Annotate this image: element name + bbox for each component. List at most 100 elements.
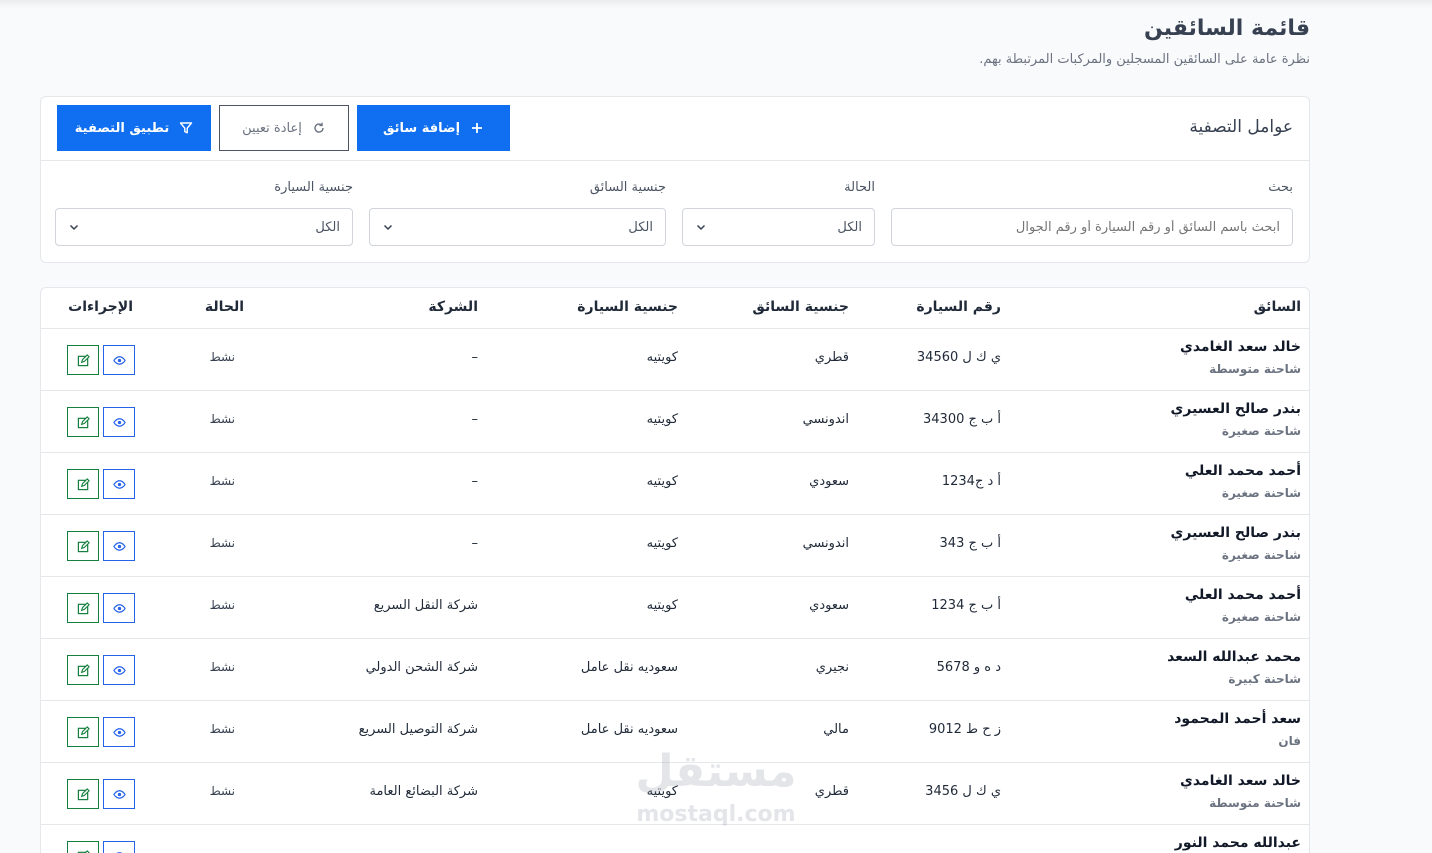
top-shadow xyxy=(0,0,1432,8)
view-button[interactable] xyxy=(103,469,135,499)
driver-nationality: سعودي xyxy=(809,474,849,489)
refresh-icon xyxy=(314,122,324,133)
view-button[interactable] xyxy=(103,593,135,623)
plate-number: ي ك ل 3456 xyxy=(925,784,1001,799)
status-text: نشط xyxy=(209,536,235,550)
vehicle-type: شاحنة صغيرة xyxy=(1221,424,1301,438)
car-nationality-label: جنسية السيارة xyxy=(274,180,353,195)
search-input[interactable] xyxy=(891,208,1293,246)
status-text: نشط xyxy=(209,350,235,364)
header-company: الشركة xyxy=(428,299,478,315)
company-name: – xyxy=(471,474,479,489)
view-button[interactable] xyxy=(103,345,135,375)
status-select[interactable]: الكل xyxy=(682,208,875,246)
driver-name: أحمد محمد العلي xyxy=(1184,587,1301,603)
car-nationality: كويتيه xyxy=(646,350,678,365)
car-nationality: كويتيه xyxy=(646,536,678,551)
edit-button[interactable] xyxy=(67,655,99,685)
plate-number: أ ب ج 1234 xyxy=(931,598,1001,613)
header-actions: الإجراءات xyxy=(68,299,133,315)
driver-name: عبدالله محمد النور xyxy=(1174,835,1301,851)
vehicle-type: شاحنة صغيرة xyxy=(1221,486,1301,500)
view-button[interactable] xyxy=(103,717,135,747)
eye-icon xyxy=(112,602,126,615)
edit-icon xyxy=(77,663,90,677)
view-button[interactable] xyxy=(103,779,135,809)
table-row: بندر صالح العسيري شاحنة صغيرة أ ب ج 343 اند… xyxy=(41,515,1309,577)
filter-card: عوامل التصفية إضافة سائق إعادة تعيين تطب… xyxy=(40,96,1310,263)
status-text: نشط xyxy=(209,598,235,612)
company-name: شركة التوصيل السريع xyxy=(358,722,478,737)
driver-nationality: اندونسي xyxy=(802,536,849,551)
driver-nationality: مالي xyxy=(823,722,849,737)
car-nationality: سعوديه نقل عامل xyxy=(580,722,678,737)
edit-button[interactable] xyxy=(67,345,99,375)
driver-nationality: نجيري xyxy=(815,660,849,675)
view-button[interactable] xyxy=(103,407,135,437)
eye-icon xyxy=(112,416,126,429)
vehicle-type: فان xyxy=(1278,734,1301,748)
chevron-down-icon xyxy=(383,224,393,231)
view-button[interactable] xyxy=(103,655,135,685)
company-name: شركة النقل السريع xyxy=(373,598,478,613)
eye-icon xyxy=(112,478,126,491)
edit-button[interactable] xyxy=(67,593,99,623)
driver-nationality-select[interactable]: الكل xyxy=(369,208,666,246)
apply-filter-label: تطبيق التصفية xyxy=(74,120,170,136)
table-row: محمد عبدالله السعد شاحنة كبيرة د ه و 5678 ن… xyxy=(41,639,1309,701)
table-row: خالد سعد الغامدي شاحنة متوسطة ي ك ل 3456 قط… xyxy=(41,763,1309,825)
driver-name: محمد عبدالله السعد xyxy=(1167,649,1301,665)
vehicle-type: شاحنة كبيرة xyxy=(1228,672,1301,686)
plate-number: د ه و 5678 xyxy=(936,660,1001,675)
table-row: خالد سعد الغامدي شاحنة متوسطة ي ك ل 34560 ق… xyxy=(41,329,1309,391)
driver-name: خالد سعد الغامدي xyxy=(1180,339,1301,355)
view-button[interactable] xyxy=(103,841,135,853)
table-header: السائق رقم السيارة جنسية السائق جنسية ال… xyxy=(41,288,1309,329)
chevron-down-icon xyxy=(696,224,706,231)
vehicle-type: شاحنة متوسطة xyxy=(1209,796,1301,810)
edit-button[interactable] xyxy=(67,779,99,809)
table-row: أحمد محمد العلي شاحنة صغيرة أ د ج1234 سعودي… xyxy=(41,453,1309,515)
reset-button[interactable]: إعادة تعيين xyxy=(219,105,349,151)
vehicle-type: شاحنة صغيرة xyxy=(1221,610,1301,624)
car-nationality: كويتيه xyxy=(646,412,678,427)
header-driver-nationality: جنسية السائق xyxy=(752,299,849,315)
edit-button[interactable] xyxy=(67,407,99,437)
filter-header: عوامل التصفية إضافة سائق إعادة تعيين تطب… xyxy=(41,97,1309,161)
edit-button[interactable] xyxy=(67,531,99,561)
reset-label: إعادة تعيين xyxy=(242,120,302,136)
apply-filter-button[interactable]: تطبيق التصفية xyxy=(57,105,211,151)
edit-button[interactable] xyxy=(67,469,99,499)
table-row: عبدالله محمد النور xyxy=(41,825,1309,853)
edit-button[interactable] xyxy=(67,717,99,747)
page-subtitle: نظرة عامة على السائقين المسجلين والمركبا… xyxy=(979,52,1310,67)
filter-title: عوامل التصفية xyxy=(1189,117,1293,137)
eye-icon xyxy=(113,850,126,853)
driver-name: بندر صالح العسيري xyxy=(1170,401,1301,417)
edit-icon xyxy=(77,415,90,429)
search-label: بحث xyxy=(1268,180,1293,195)
vehicle-type: شاحنة صغيرة xyxy=(1221,548,1301,562)
header-status: الحالة xyxy=(204,299,244,315)
car-nationality: كويتيه xyxy=(646,598,678,613)
driver-nationality-label: جنسية السائق xyxy=(589,180,666,195)
edit-icon xyxy=(77,725,90,739)
car-nationality: كويتيه xyxy=(646,474,678,489)
edit-button[interactable] xyxy=(67,841,99,853)
plate-number: ز ح ط 9012 xyxy=(928,722,1001,737)
plus-icon xyxy=(472,123,483,133)
header-plate: رقم السيارة xyxy=(916,299,1001,315)
chevron-down-icon xyxy=(69,224,79,231)
view-button[interactable] xyxy=(103,531,135,561)
drivers-table: السائق رقم السيارة جنسية السائق جنسية ال… xyxy=(40,287,1310,853)
car-nationality-select[interactable]: الكل xyxy=(55,208,353,246)
driver-name: خالد سعد الغامدي xyxy=(1180,773,1301,789)
edit-icon xyxy=(77,539,90,553)
plate-number: أ د ج1234 xyxy=(941,474,1001,489)
edit-icon xyxy=(77,353,90,367)
driver-name: بندر صالح العسيري xyxy=(1170,525,1301,541)
add-driver-button[interactable]: إضافة سائق xyxy=(357,105,510,151)
table-row: أحمد محمد العلي شاحنة صغيرة أ ب ج 1234 سعود… xyxy=(41,577,1309,639)
status-text: نشط xyxy=(209,660,235,674)
header-driver: السائق xyxy=(1253,299,1301,315)
